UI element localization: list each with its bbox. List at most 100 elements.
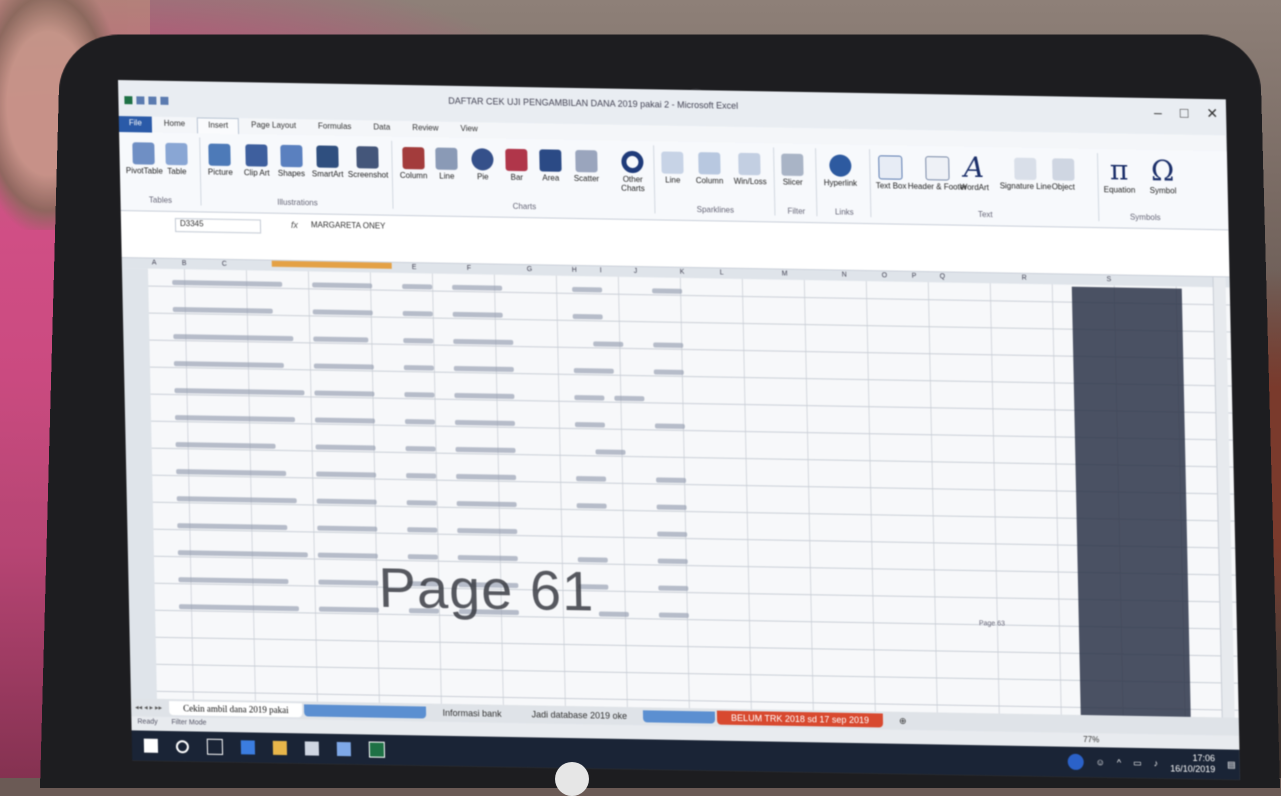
store-icon[interactable] (304, 741, 320, 756)
sheet-tab-informasi[interactable]: Informasi bank (428, 706, 515, 722)
smartart-label: SmartArt (311, 169, 344, 179)
clip-art-button[interactable]: Clip Art (243, 144, 270, 178)
tab-formulas[interactable]: Formulas (308, 119, 362, 136)
undo-icon[interactable] (148, 96, 157, 105)
column-header[interactable]: L (720, 270, 724, 277)
battery-icon[interactable]: ▭ (1133, 757, 1142, 768)
tab-review[interactable]: Review (402, 121, 449, 138)
text-box-button[interactable]: Text Box (875, 155, 907, 191)
other-charts-button[interactable]: Other Charts (611, 150, 654, 194)
column-header[interactable]: G (527, 266, 533, 273)
help-icon[interactable] (1067, 753, 1084, 771)
line-chart-button[interactable]: Line (435, 147, 458, 181)
window-controls: – □ ✕ (1154, 104, 1218, 122)
table-label: Table (167, 166, 187, 177)
tab-view[interactable]: View (450, 122, 488, 139)
column-header[interactable]: F (467, 265, 471, 272)
wordart-button[interactable]: A WordArt (959, 151, 989, 192)
notification-icon[interactable]: ▤ (1227, 759, 1236, 770)
tab-page-layout[interactable]: Page Layout (241, 118, 306, 135)
column-header[interactable]: R (1022, 275, 1027, 282)
object-button[interactable]: Object (1051, 158, 1075, 192)
windows-start-icon[interactable] (143, 738, 159, 753)
column-header[interactable]: K (680, 269, 685, 276)
minimize-button[interactable]: – (1154, 104, 1162, 121)
sparkline-winloss-button[interactable]: Win/Loss (733, 152, 767, 186)
chevron-up-icon[interactable]: ^ (1117, 758, 1121, 768)
column-header[interactable]: E (412, 264, 417, 271)
task-view-icon[interactable] (206, 738, 224, 755)
column-header[interactable]: O (882, 272, 888, 279)
laptop-screen: DAFTAR CEK UJI PENGAMBILAN DANA 2019 pak… (118, 80, 1240, 780)
clock[interactable]: 17:06 16/10/2019 (1170, 753, 1215, 776)
dropbox-icon[interactable] (336, 741, 352, 757)
system-tray: ☺ ^ ▭ ♪ 17:06 16/10/2019 ▤ (1067, 751, 1236, 776)
column-header[interactable]: A (152, 260, 157, 267)
restore-button[interactable]: □ (1180, 105, 1189, 122)
column-header[interactable]: I (600, 267, 602, 274)
search-icon[interactable] (175, 739, 190, 753)
sparkline-column-button[interactable]: Column (695, 152, 723, 186)
tab-data[interactable]: Data (363, 120, 400, 137)
group-filter: Slicer Filter (775, 147, 818, 217)
file-explorer-icon[interactable] (272, 740, 288, 756)
column-header[interactable]: H (572, 267, 577, 274)
sheet-tab-blue-2[interactable] (642, 710, 716, 724)
screenshot-label: Screenshot (347, 170, 389, 180)
quick-access-toolbar[interactable] (124, 96, 169, 105)
column-header[interactable]: J (634, 268, 638, 275)
hyperlink-button[interactable]: Hyperlink (823, 154, 857, 188)
edge-icon[interactable] (240, 740, 256, 755)
name-box[interactable]: D3345 (174, 218, 262, 234)
group-label: Symbols (1129, 212, 1161, 223)
column-header[interactable]: M (782, 271, 788, 278)
tab-file[interactable]: File (118, 116, 152, 133)
group-sparklines: Line Column Win/Loss Sparklines (655, 145, 776, 216)
column-header[interactable]: Q (940, 273, 946, 280)
tab-home[interactable]: Home (154, 117, 196, 134)
sheet-tab-belum[interactable]: BELUM TRK 2018 sd 17 sep 2019 (716, 710, 884, 728)
column-chart-button[interactable]: Column (399, 146, 428, 181)
sparkline-line-button[interactable]: Line (661, 151, 684, 185)
scatter-chart-button[interactable]: Scatter (573, 149, 599, 183)
shapes-icon (279, 144, 303, 168)
formula-input[interactable]: MARGARETA ONEY (311, 220, 386, 230)
picture-button[interactable]: Picture (207, 143, 233, 177)
signature-line-button[interactable]: Signature Line (999, 157, 1051, 191)
volume-icon[interactable]: ♪ (1154, 758, 1159, 768)
area-chart-button[interactable]: Area (539, 149, 562, 183)
slicer-icon (781, 153, 804, 176)
fx-icon[interactable]: fx (291, 220, 298, 230)
pivottable-button[interactable]: PivotTable (125, 142, 163, 176)
group-label: Tables (148, 195, 173, 205)
insert-sheet-icon[interactable]: ⊕ (885, 713, 921, 729)
column-header[interactable]: C (222, 261, 227, 268)
bar-chart-button[interactable]: Bar (505, 148, 528, 182)
sheet-tab-cekin[interactable]: Cekin ambil dana 2019 pakai (168, 701, 303, 718)
equation-button[interactable]: π Equation (1103, 153, 1136, 194)
sheet-tab-database[interactable]: Jadi database 2019 oke (517, 707, 641, 723)
column-header[interactable]: P (912, 273, 917, 280)
smartart-button[interactable]: SmartArt (311, 145, 344, 179)
column-header[interactable]: N (842, 272, 847, 279)
screenshot-button[interactable]: Screenshot (347, 146, 388, 180)
symbol-button[interactable]: Ω Symbol (1149, 154, 1177, 195)
save-icon[interactable] (136, 96, 145, 105)
column-header[interactable]: B (182, 260, 187, 267)
column-header[interactable]: S (1107, 276, 1112, 283)
header-footer-button[interactable]: Header & Footer (907, 156, 967, 192)
bar-chart-icon (505, 148, 528, 172)
tab-insert[interactable]: Insert (196, 117, 240, 135)
slicer-button[interactable]: Slicer (781, 153, 804, 187)
shapes-button[interactable]: Shapes (277, 144, 305, 178)
close-button[interactable]: ✕ (1206, 105, 1218, 122)
pie-chart-button[interactable]: Pie (471, 148, 494, 181)
excel-taskbar-icon[interactable] (368, 741, 386, 758)
zoom-level[interactable]: 77% (1083, 735, 1099, 744)
sheet-tab-blue[interactable] (304, 704, 427, 719)
column-chart-label: Column (399, 170, 428, 181)
redo-icon[interactable] (160, 96, 169, 105)
sheet-nav-arrows[interactable]: ◂◂ ◂ ▸ ▸▸ (131, 703, 169, 712)
table-button[interactable]: Table (165, 142, 188, 177)
people-icon[interactable]: ☺ (1096, 757, 1105, 767)
